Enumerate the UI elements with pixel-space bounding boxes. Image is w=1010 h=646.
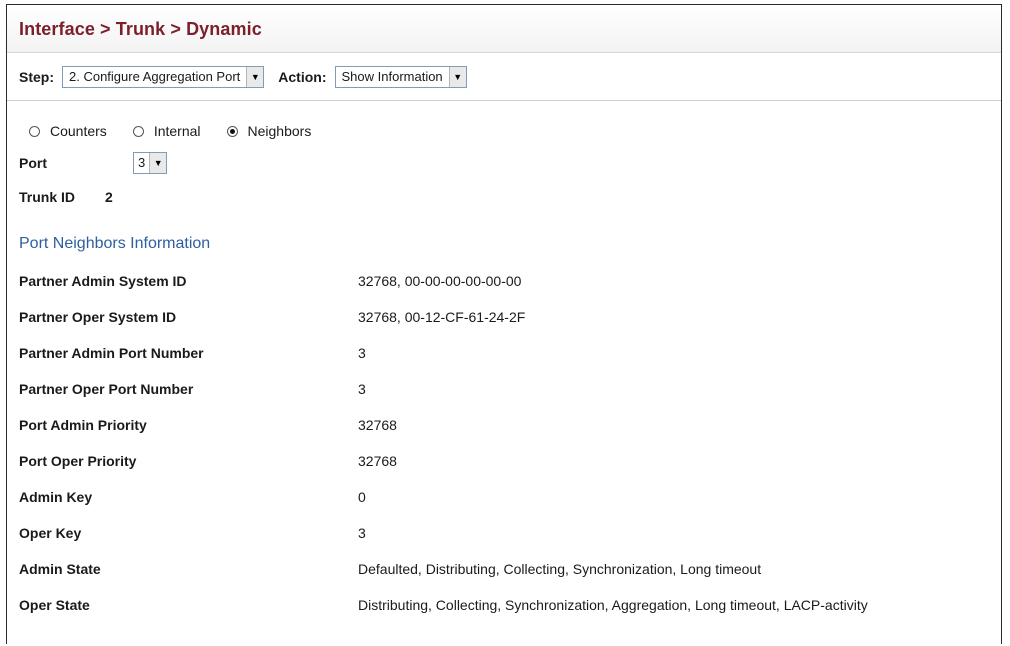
table-row: Admin State Defaulted, Distributing, Coll…	[19, 551, 868, 587]
table-row: Partner Oper Port Number 3	[19, 371, 868, 407]
row-label: Partner Admin Port Number	[19, 345, 204, 361]
radio-internal[interactable]: Internal	[132, 123, 201, 139]
trunk-id-row: Trunk ID 2	[19, 189, 1001, 205]
radio-internal-label: Internal	[153, 123, 201, 139]
row-value: 32768, 00-12-CF-61-24-2F	[358, 309, 526, 325]
port-select-value: 3	[138, 155, 146, 170]
table-row: Oper Key 3	[19, 515, 868, 551]
action-label: Action:	[278, 68, 327, 85]
chevron-down-icon[interactable]: ▼	[149, 153, 167, 173]
row-value: Defaulted, Distributing, Collecting, Syn…	[358, 561, 762, 577]
dynamic-trunk-panel: Interface > Trunk > Dynamic Step: 2. Con…	[6, 4, 1002, 644]
row-value: 0	[358, 489, 366, 505]
radio-button-selected-icon[interactable]	[226, 125, 238, 137]
table-row: Partner Oper System ID 32768, 00-12-CF-61…	[19, 299, 868, 335]
title-bar: Interface > Trunk > Dynamic	[7, 5, 1001, 53]
row-value: 3	[358, 345, 366, 361]
step-select[interactable]: 2. Configure Aggregation Port ▼	[62, 65, 265, 88]
table-row: Port Admin Priority 32768	[19, 407, 868, 443]
page-title: Interface > Trunk > Dynamic	[19, 19, 262, 39]
row-label: Partner Oper System ID	[19, 309, 177, 325]
radio-counters[interactable]: Counters	[29, 123, 107, 139]
chevron-down-icon[interactable]: ▼	[246, 66, 264, 87]
table-row: Partner Admin System ID 32768, 00-00-00-0…	[19, 263, 868, 299]
radio-button-icon[interactable]	[29, 125, 40, 137]
row-label: Oper Key	[19, 525, 82, 541]
row-value: 3	[358, 381, 366, 397]
table-row: Admin Key 0	[19, 479, 868, 515]
row-value: 32768	[358, 417, 397, 433]
chevron-down-icon[interactable]: ▼	[448, 66, 466, 87]
table-row: Oper State Distributing, Collecting, Sync…	[19, 587, 868, 623]
row-label: Admin State	[19, 561, 101, 577]
port-row: Port 3 ▼	[19, 151, 1001, 175]
row-label: Port Oper Priority	[19, 453, 137, 469]
trunk-id-label: Trunk ID	[19, 189, 76, 205]
step-toolbar: Step: 2. Configure Aggregation Port ▼ Ac…	[7, 53, 1001, 101]
row-label: Oper State	[19, 597, 90, 613]
row-label: Partner Oper Port Number	[19, 381, 194, 397]
action-select-value: Show Information	[341, 68, 443, 84]
port-select[interactable]: 3 ▼	[133, 152, 168, 174]
row-value: 32768, 00-00-00-00-00-00	[358, 273, 522, 289]
radio-neighbors-label: Neighbors	[247, 123, 312, 139]
radio-button-icon[interactable]	[132, 125, 144, 137]
row-label: Partner Admin System ID	[19, 273, 187, 289]
row-value: 32768	[358, 453, 397, 469]
section-title: Port Neighbors Information	[19, 235, 211, 252]
neighbors-info-table: Partner Admin System ID 32768, 00-00-00-0…	[19, 263, 868, 623]
table-row: Port Oper Priority 32768	[19, 443, 868, 479]
trunk-id-value: 2	[105, 189, 113, 205]
port-label: Port	[19, 155, 47, 171]
row-value: 3	[358, 525, 366, 541]
radio-neighbors[interactable]: Neighbors	[226, 123, 312, 139]
content-area: Counters Internal Neighbors Port 3 ▼ Tru…	[7, 123, 1001, 623]
row-value: Distributing, Collecting, Synchronizatio…	[358, 597, 868, 613]
row-label: Port Admin Priority	[19, 417, 147, 433]
view-radio-group: Counters Internal Neighbors	[19, 123, 1001, 139]
table-row: Partner Admin Port Number 3	[19, 335, 868, 371]
action-select[interactable]: Show Information ▼	[334, 65, 467, 88]
step-label: Step:	[19, 68, 54, 85]
radio-counters-label: Counters	[50, 123, 107, 139]
row-label: Admin Key	[19, 489, 93, 505]
step-select-value: 2. Configure Aggregation Port	[69, 68, 241, 84]
